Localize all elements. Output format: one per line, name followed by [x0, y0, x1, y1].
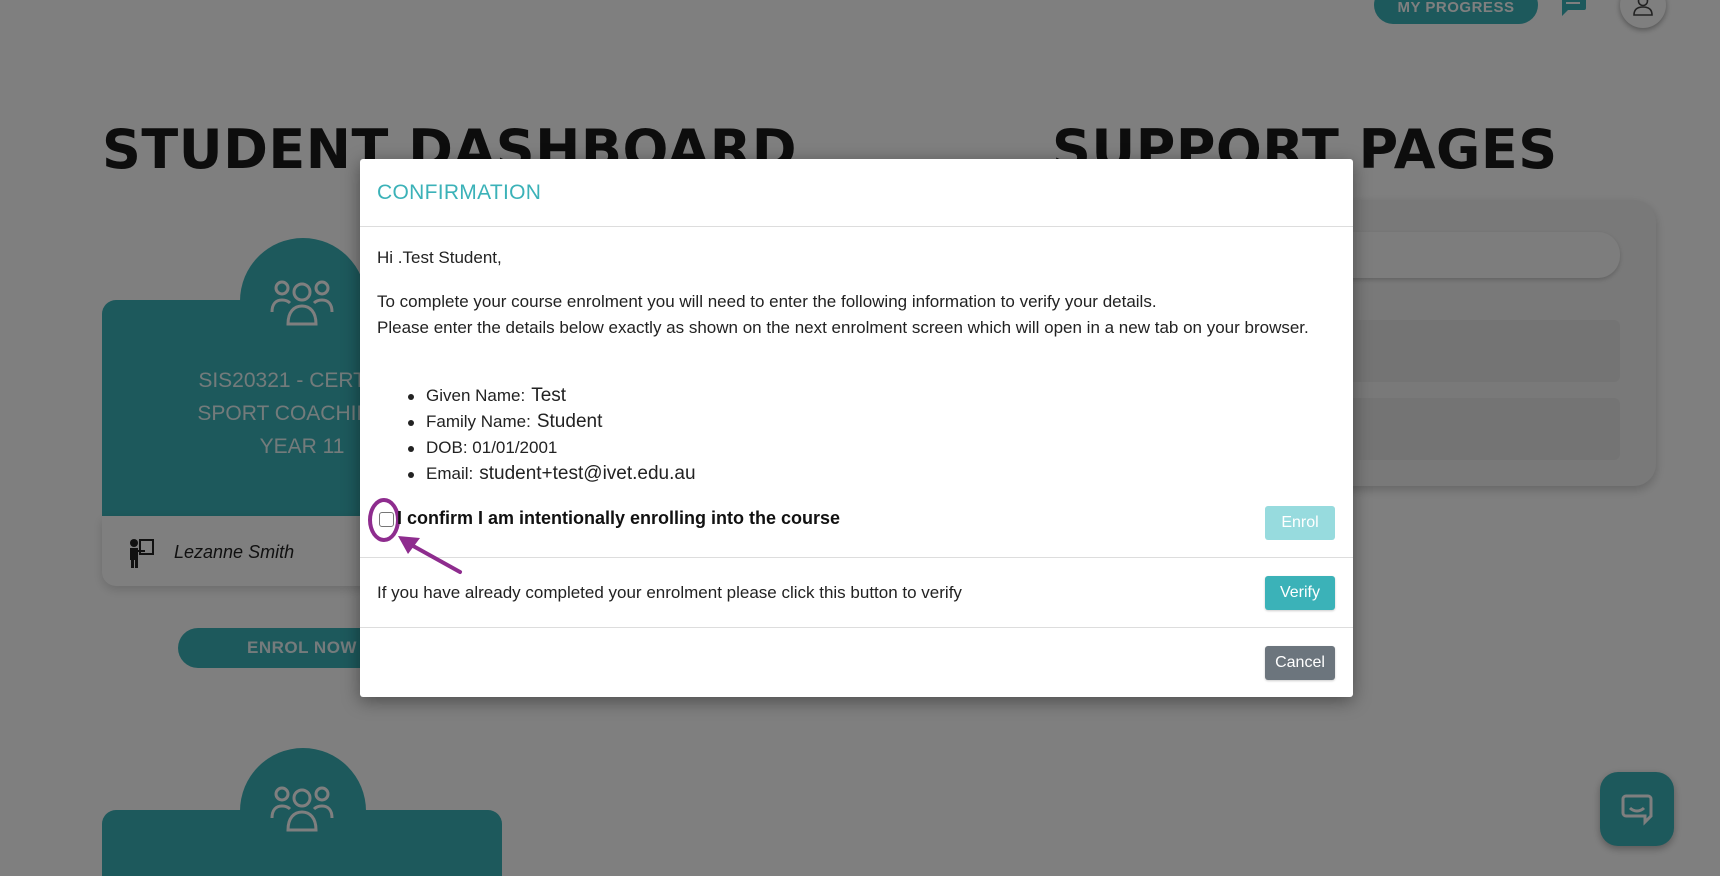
details-list: Given Name: Test Family Name: Student DOB:… — [408, 383, 696, 487]
instructions: To complete your course enrolment you wi… — [377, 289, 1337, 341]
detail-value: Test — [531, 385, 567, 406]
instructions-line1: To complete your course enrolment you wi… — [377, 292, 1157, 311]
detail-value: student+test@ivet.edu.au — [479, 463, 696, 484]
confirm-label[interactable]: I confirm I am intentionally enrolling i… — [397, 508, 840, 529]
divider — [360, 627, 1353, 628]
window-frame-bottom — [0, 876, 1720, 892]
detail-label: DOB: — [426, 438, 468, 457]
confirm-row: I confirm I am intentionally enrolling i… — [368, 498, 1337, 542]
cancel-button[interactable]: Cancel — [1265, 646, 1335, 680]
detail-family-name: Family Name: Student — [408, 409, 696, 435]
detail-label: Family Name: — [426, 412, 531, 431]
greeting: Hi .Test Student, — [377, 248, 502, 267]
verify-text: If you have already completed your enrol… — [377, 583, 962, 602]
detail-value: Student — [536, 411, 603, 432]
divider — [360, 557, 1353, 558]
detail-given-name: Given Name: Test — [408, 383, 696, 409]
detail-dob: DOB: 01/01/2001 — [408, 435, 696, 461]
modal-header: CONFIRMATION — [360, 159, 1353, 227]
detail-value: 01/01/2001 — [472, 438, 558, 457]
modal-title: CONFIRMATION — [377, 181, 542, 204]
verify-button[interactable]: Verify — [1265, 576, 1335, 610]
enrol-button[interactable]: Enrol — [1265, 506, 1335, 540]
detail-email: Email: student+test@ivet.edu.au — [408, 461, 696, 487]
confirmation-modal: CONFIRMATION Hi .Test Student, To comple… — [360, 159, 1353, 697]
instructions-line2: Please enter the details below exactly a… — [377, 318, 1309, 337]
detail-label: Email: — [426, 464, 474, 483]
detail-label: Given Name: — [426, 386, 526, 405]
annotation-arrow-icon — [398, 536, 462, 574]
